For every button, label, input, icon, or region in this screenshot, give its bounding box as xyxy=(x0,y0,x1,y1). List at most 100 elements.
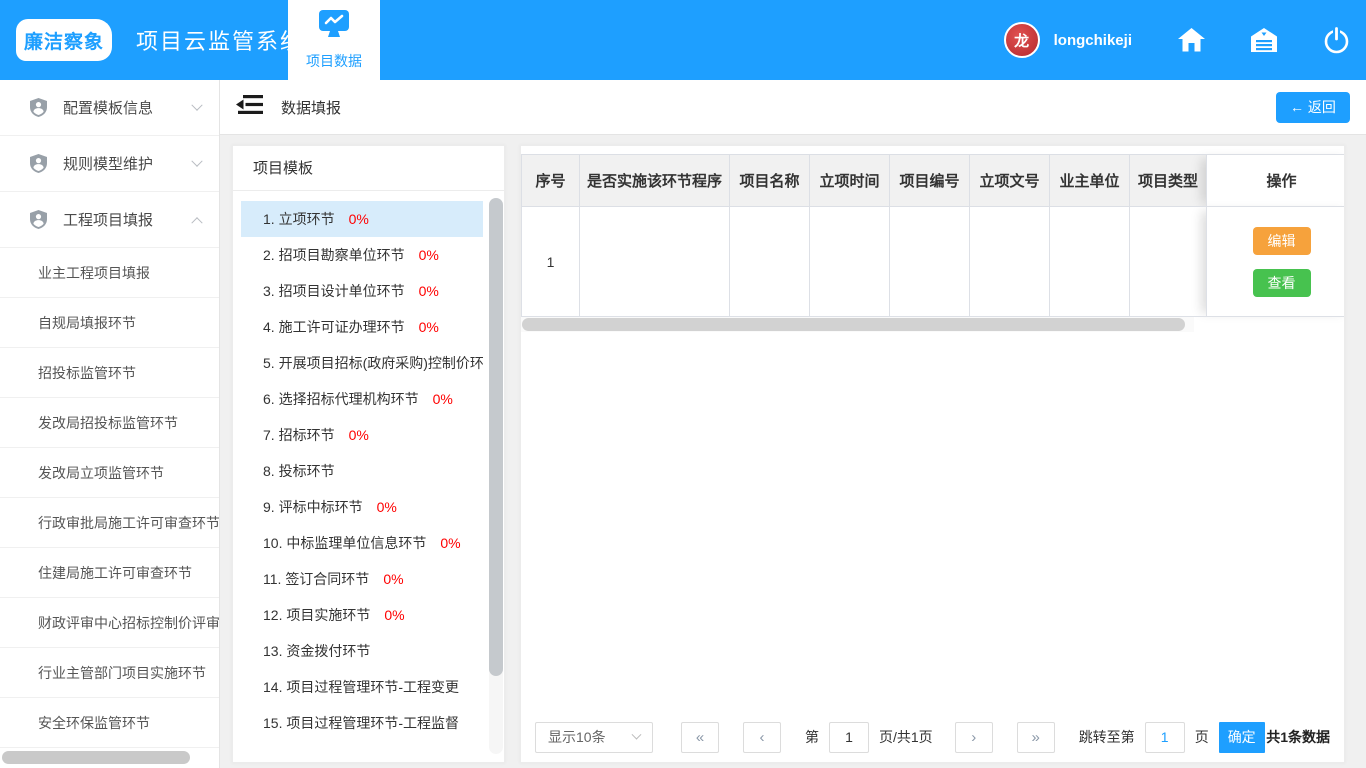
template-item-label: 4. 施工许可证办理环节 xyxy=(263,319,405,335)
sidebar-item-link[interactable]: 行政审批局施工许可审查环节 xyxy=(0,498,219,548)
template-item-label: 7. 招标环节 xyxy=(263,427,335,443)
page-size-value: 显示10条 xyxy=(548,727,606,747)
sidebar-item-label: 安全环保监管环节 xyxy=(38,713,150,733)
sidebar-item-label: 发改局招投标监管环节 xyxy=(38,413,178,433)
table-column-header: 业主单位 xyxy=(1050,155,1130,207)
table-cell xyxy=(1130,207,1207,317)
first-page-button[interactable]: « xyxy=(681,722,719,753)
template-panel-title: 项目模板 xyxy=(233,146,504,191)
page-number-input[interactable] xyxy=(829,722,869,753)
row-actions: 编辑查看 xyxy=(1207,227,1345,297)
table-cell: 1 xyxy=(522,207,580,317)
archive-icon[interactable] xyxy=(1251,28,1277,52)
sidebar-item-link[interactable]: 安全环保监管环节 xyxy=(0,698,219,748)
collapse-menu-icon[interactable] xyxy=(236,94,263,120)
template-list-item[interactable]: 11. 签订合同环节0% xyxy=(241,561,483,597)
sidebar-item-label: 行业主管部门项目实施环节 xyxy=(38,663,206,683)
template-scrollbar-thumb[interactable] xyxy=(489,198,503,676)
sidebar-item-link[interactable]: 招投标监管环节 xyxy=(0,348,219,398)
sidebar-item-label: 住建局施工许可审查环节 xyxy=(38,563,192,583)
page-prefix-label: 第 xyxy=(805,727,819,747)
sidebar-item-section[interactable]: 规则模型维护 xyxy=(0,136,219,192)
template-list-item[interactable]: 9. 评标中标环节 0% xyxy=(241,489,483,525)
header-right: 龙 longchikeji xyxy=(1004,22,1350,58)
chevron-up-icon xyxy=(191,217,202,228)
template-item-label: 10. 中标监理单位信息环节 xyxy=(263,535,426,551)
template-scrollbar-track xyxy=(489,198,503,754)
template-list-item[interactable]: 10. 中标监理单位信息环节0% xyxy=(241,525,483,561)
sidebar-item-label: 招投标监管环节 xyxy=(38,363,136,383)
sidebar-horizontal-scrollbar[interactable] xyxy=(2,751,190,764)
template-item-progress: 0% xyxy=(419,283,439,299)
template-item-progress: 0% xyxy=(377,499,397,515)
power-icon[interactable] xyxy=(1323,27,1350,54)
sidebar-item-link[interactable]: 发改局立项监管环节 xyxy=(0,448,219,498)
sidebar-item-label: 行政审批局施工许可审查环节 xyxy=(38,513,219,533)
template-item-progress: 0% xyxy=(384,607,404,623)
template-list-item[interactable]: 15. 项目过程管理环节-工程监督 xyxy=(241,705,483,741)
chevron-down-icon xyxy=(191,155,202,166)
template-item-label: 12. 项目实施环节 xyxy=(263,607,370,623)
user-shield-icon xyxy=(30,98,47,117)
sidebar-item-link[interactable]: 财政评审中心招标控制价评审 xyxy=(0,598,219,648)
sidebar-item-link[interactable]: 业主工程项目填报 xyxy=(0,248,219,298)
home-icon[interactable] xyxy=(1178,28,1205,52)
sidebar-item-link[interactable]: 行业主管部门项目实施环节 xyxy=(0,648,219,698)
brand-logo: 廉洁察象 xyxy=(16,19,112,61)
sidebar-nav: 配置模板信息规则模型维护工程项目填报业主工程项目填报自规局填报环节招投标监管环节… xyxy=(0,80,220,768)
template-item-label: 9. 评标中标环节 xyxy=(263,499,363,515)
template-item-label: 3. 招项目设计单位环节 xyxy=(263,283,405,299)
template-list-item[interactable]: 6. 选择招标代理机构环节0% xyxy=(241,381,483,417)
page-size-select[interactable]: 显示10条 xyxy=(535,722,653,753)
table-column-header: 序号 xyxy=(522,155,580,207)
next-page-button[interactable]: › xyxy=(955,722,993,753)
template-list-item[interactable]: 13. 资金拨付环节 xyxy=(241,633,483,669)
view-button[interactable]: 查看 xyxy=(1253,269,1311,297)
table-column-header: 是否实施该环节程序 xyxy=(580,155,730,207)
template-item-progress: 0% xyxy=(419,319,439,335)
template-list-item[interactable]: 8. 投标环节 xyxy=(241,453,483,489)
sidebar-item-label: 自规局填报环节 xyxy=(38,313,136,333)
template-item-label: 1. 立项环节 xyxy=(263,211,335,227)
sidebar-item-label: 财政评审中心招标控制价评审 xyxy=(38,613,219,633)
username: longchikeji xyxy=(1054,32,1132,49)
data-table: 序号是否实施该环节程序项目名称立项时间项目编号立项文号业主单位项目类型操作 1编… xyxy=(521,154,1345,317)
table-cell xyxy=(1050,207,1130,317)
sidebar-item-section[interactable]: 配置模板信息 xyxy=(0,80,219,136)
table-column-header: 项目编号 xyxy=(890,155,970,207)
jump-page-input[interactable] xyxy=(1145,722,1185,753)
template-item-label: 14. 项目过程管理环节-工程变更 xyxy=(263,679,459,695)
table-column-header: 项目类型 xyxy=(1130,155,1207,207)
template-item-label: 5. 开展项目招标(政府采购)控制价环节 xyxy=(263,355,483,371)
prev-page-button[interactable]: ‹ xyxy=(743,722,781,753)
seal-avatar[interactable]: 龙 xyxy=(1004,22,1040,58)
confirm-jump-button[interactable]: 确定 xyxy=(1219,722,1265,753)
table-cell xyxy=(730,207,810,317)
back-button[interactable]: ← 返回 xyxy=(1276,92,1350,123)
jump-prefix-label: 跳转至第 xyxy=(1079,727,1135,747)
template-list-item[interactable]: 5. 开展项目招标(政府采购)控制价环节 xyxy=(241,345,483,381)
user-shield-icon xyxy=(30,154,47,173)
template-list-item[interactable]: 12. 项目实施环节 0% xyxy=(241,597,483,633)
template-list-item[interactable]: 4. 施工许可证办理环节 0% xyxy=(241,309,483,345)
template-list-item[interactable]: 2. 招项目勘察单位环节0% xyxy=(241,237,483,273)
template-list-item[interactable]: 1. 立项环节 0% xyxy=(241,201,483,237)
template-list-item[interactable]: 3. 招项目设计单位环节 0% xyxy=(241,273,483,309)
pagination-bar: 显示10条 « ‹ 第 页/共1页 › » 跳转至第 页 确定 共1条数据 xyxy=(521,712,1344,762)
sidebar-item-link[interactable]: 发改局招投标监管环节 xyxy=(0,398,219,448)
template-item-progress: 0% xyxy=(349,211,369,227)
sidebar-item-link[interactable]: 住建局施工许可审查环节 xyxy=(0,548,219,598)
sidebar-item-link[interactable]: 自规局填报环节 xyxy=(0,298,219,348)
template-list-item[interactable]: 7. 招标环节0% xyxy=(241,417,483,453)
template-item-label: 6. 选择招标代理机构环节 xyxy=(263,391,419,407)
sidebar-item-label: 配置模板信息 xyxy=(63,97,153,118)
sidebar-item-section[interactable]: 工程项目填报 xyxy=(0,192,219,248)
template-list-item[interactable]: 14. 项目过程管理环节-工程变更 xyxy=(241,669,483,705)
table-horizontal-scrollbar-thumb[interactable] xyxy=(522,318,1185,331)
sidebar-item-label: 规则模型维护 xyxy=(63,153,153,174)
project-template-panel: 项目模板 1. 立项环节0%2. 招项目勘察单位环节0%3. 招项目设计单位环节… xyxy=(232,145,505,763)
table-cell: 编辑查看 xyxy=(1207,207,1346,317)
tab-project-data[interactable]: 项目数据 xyxy=(288,0,380,80)
last-page-button[interactable]: » xyxy=(1017,722,1055,753)
edit-button[interactable]: 编辑 xyxy=(1253,227,1311,255)
